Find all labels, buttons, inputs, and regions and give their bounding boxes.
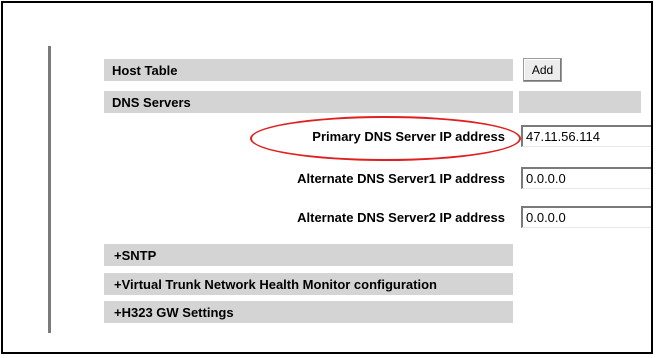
section-sntp-label: +SNTP	[114, 247, 157, 263]
primary-dns-label: Primary DNS Server IP address	[312, 129, 505, 144]
alternate-dns1-label: Alternate DNS Server1 IP address	[297, 171, 505, 186]
dns-servers-label: DNS Servers	[112, 94, 191, 110]
section-h323-gw-settings[interactable]: +H323 GW Settings	[104, 301, 513, 323]
dns-servers-header: DNS Servers	[104, 91, 513, 113]
alternate-dns2-label: Alternate DNS Server2 IP address	[297, 210, 505, 225]
host-table-row: Host Table	[104, 59, 513, 81]
add-host-button[interactable]: Add	[523, 58, 562, 82]
section-vtn-health-monitor-label: +Virtual Trunk Network Health Monitor co…	[114, 276, 437, 292]
section-h323-gw-settings-label: +H323 GW Settings	[114, 304, 234, 320]
section-vtn-health-monitor[interactable]: +Virtual Trunk Network Health Monitor co…	[104, 273, 513, 295]
section-sntp[interactable]: +SNTP	[104, 244, 513, 266]
dns-servers-header-right	[519, 91, 641, 113]
alternate-dns2-input[interactable]	[521, 206, 651, 228]
alternate-dns1-input[interactable]	[521, 167, 651, 189]
host-table-label: Host Table	[112, 62, 178, 78]
primary-dns-input[interactable]	[521, 125, 651, 147]
left-rule	[48, 46, 51, 333]
figure-frame: Host Table Add DNS Servers Primary DNS S…	[1, 1, 653, 354]
